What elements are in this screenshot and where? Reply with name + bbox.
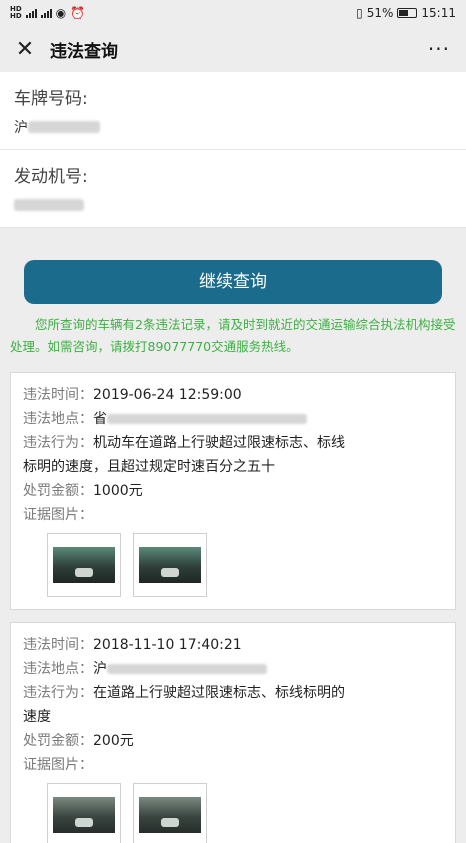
place-blurred: [107, 664, 267, 674]
hd-icon: HD HD: [10, 5, 22, 20]
car-shape: [75, 818, 93, 827]
clock-time: 15:11: [421, 6, 456, 20]
plate-field: 车牌号码: 沪: [0, 72, 466, 150]
record-evidence-row: 证据图片：: [23, 753, 443, 777]
continue-query-button[interactable]: 继续查询: [24, 260, 442, 304]
engine-blurred: [14, 199, 84, 211]
record-fine-row: 处罚金额：1000元: [23, 479, 443, 503]
engine-field: 发动机号:: [0, 150, 466, 228]
evidence-label: 证据图片：: [23, 507, 93, 523]
record-card: 违法时间：2018-11-10 17:40:21 违法地点：沪 违法行为：在道路…: [10, 622, 456, 843]
record-place-row: 违法地点：沪: [23, 657, 443, 681]
record-fine: 200元: [93, 733, 134, 749]
evidence-photo[interactable]: [47, 783, 121, 843]
record-place-row: 违法地点：省: [23, 407, 443, 431]
plate-value: 沪: [14, 117, 452, 137]
signal-icon-2: [40, 8, 52, 18]
action-area: 继续查询: [0, 260, 466, 304]
behavior-label: 违法行为：: [23, 435, 93, 451]
battery-icon: [397, 8, 418, 18]
photo-image: [139, 797, 201, 833]
evidence-label: 证据图片：: [23, 757, 93, 773]
eye-icon: ◉: [55, 6, 67, 20]
alarm-icon: ⏰: [70, 6, 86, 20]
evidence-thumbnails: [23, 777, 443, 843]
record-place-prefix: 省: [93, 411, 107, 427]
photo-image: [53, 797, 115, 833]
evidence-photo[interactable]: [133, 783, 207, 843]
record-behavior-row: 违法行为：在道路上行驶超过限速标志、标线标明的: [23, 681, 443, 705]
engine-value: [14, 195, 452, 215]
notice-text: 您所查询的车辆有2条违法记录，请及时到就近的交通运输综合执法机构接受处理。如需咨…: [10, 317, 456, 354]
engine-label: 发动机号:: [14, 167, 88, 187]
fine-label: 处罚金额：: [23, 483, 93, 499]
record-time: 2019-06-24 12:59:00: [93, 387, 242, 403]
plate-prefix: 沪: [14, 120, 28, 136]
place-label: 违法地点：: [23, 661, 93, 677]
record-behavior-line2: 速度: [23, 709, 51, 725]
spacer: [0, 228, 466, 260]
record-behavior-line1: 在道路上行驶超过限速标志、标线标明的: [93, 685, 345, 701]
close-icon[interactable]: ✕: [14, 37, 36, 62]
record-card: 违法时间：2019-06-24 12:59:00 违法地点：省 违法行为：机动车…: [10, 372, 456, 610]
record-time: 2018-11-10 17:40:21: [93, 637, 242, 653]
record-behavior-cont: 标明的速度，且超过规定时速百分之五十: [23, 455, 443, 479]
evidence-photo[interactable]: [47, 533, 121, 597]
status-left: HD HD ◉ ⏰: [10, 5, 86, 21]
car-shape: [161, 818, 179, 827]
car-shape: [75, 568, 93, 577]
record-time-row: 违法时间：2018-11-10 17:40:21: [23, 633, 443, 657]
vibrate-icon: ▯: [356, 6, 363, 20]
time-label: 违法时间：: [23, 387, 93, 403]
evidence-photo[interactable]: [133, 533, 207, 597]
record-behavior-cont: 速度: [23, 705, 443, 729]
more-options-button[interactable]: ···: [428, 37, 450, 61]
plate-label: 车牌号码:: [14, 89, 88, 109]
behavior-label: 违法行为：: [23, 685, 93, 701]
signal-icon: [25, 8, 37, 18]
evidence-thumbnails: [23, 527, 443, 599]
place-label: 违法地点：: [23, 411, 93, 427]
place-blurred: [107, 414, 307, 424]
record-behavior-row: 违法行为：机动车在道路上行驶超过限速标志、标线: [23, 431, 443, 455]
record-place-prefix: 沪: [93, 661, 107, 677]
plate-blurred: [28, 121, 100, 133]
time-label: 违法时间：: [23, 637, 93, 653]
battery-percent: 51%: [366, 6, 394, 20]
record-fine-row: 处罚金额：200元: [23, 729, 443, 753]
fine-label: 处罚金额：: [23, 733, 93, 749]
status-right: ▯ 51% 15:11: [356, 6, 456, 20]
status-bar: HD HD ◉ ⏰ ▯ 51% 15:11: [0, 0, 466, 26]
record-behavior-line1: 机动车在道路上行驶超过限速标志、标线: [93, 435, 345, 451]
record-time-row: 违法时间：2019-06-24 12:59:00: [23, 383, 443, 407]
nav-bar: ✕ 违法查询 ···: [0, 26, 466, 72]
car-shape: [161, 568, 179, 577]
photo-image: [53, 547, 115, 583]
photo-image: [139, 547, 201, 583]
page-title: 违法查询: [50, 41, 118, 62]
record-evidence-row: 证据图片：: [23, 503, 443, 527]
record-fine: 1000元: [93, 483, 143, 499]
record-behavior-line2: 标明的速度，且超过规定时速百分之五十: [23, 459, 275, 475]
